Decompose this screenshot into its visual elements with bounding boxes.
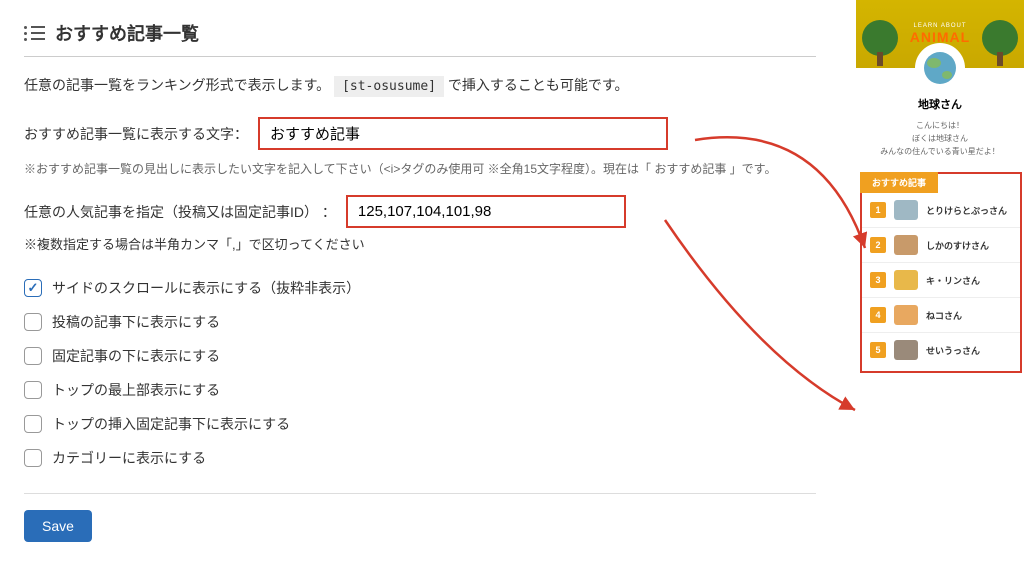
checkbox-list: サイドのスクロールに表示にする（抜粋非表示） 投稿の記事下に表示にする固定記事の下… bbox=[24, 271, 816, 475]
checkbox-label: 投稿の記事下に表示にする bbox=[52, 312, 220, 332]
checkbox-label: サイドのスクロールに表示にする（抜粋非表示） bbox=[52, 278, 360, 298]
checkbox-label: 固定記事の下に表示にする bbox=[52, 346, 220, 366]
rank-item[interactable]: 5 せいうっさん bbox=[862, 333, 1020, 367]
rank-item[interactable]: 1 とりけらとぷっさん bbox=[862, 193, 1020, 228]
rank-title: しかのすけさん bbox=[926, 239, 989, 252]
shortcode-badge: [st-osusume] bbox=[334, 76, 444, 97]
admin-settings-panel: おすすめ記事一覧 任意の記事一覧をランキング形式で表示します。 [st-osus… bbox=[0, 0, 840, 562]
checkbox-label: カテゴリーに表示にする bbox=[52, 448, 206, 468]
save-button[interactable]: Save bbox=[24, 510, 92, 542]
rank-list: 1 とりけらとぷっさん 2 しかのすけさん 3 キ・リンさん 4 ねコさん 5 せいうっさん bbox=[862, 193, 1020, 367]
checkbox[interactable] bbox=[24, 381, 42, 399]
sidebar-preview: LEARN ABOUT ANIMAL 地球さん こんにちは！ ぼくは地球さん み… bbox=[856, 0, 1024, 379]
list-icon bbox=[24, 26, 45, 41]
checkbox[interactable] bbox=[24, 449, 42, 467]
rank-number: 3 bbox=[870, 272, 886, 288]
banner-text: LEARN ABOUT ANIMAL bbox=[910, 23, 970, 45]
rank-thumbnail bbox=[894, 340, 918, 360]
checkbox-row: トップの最上部表示にする bbox=[24, 373, 816, 407]
banner-title: ANIMAL bbox=[910, 29, 970, 45]
tagline-line: ぼくは地球さん bbox=[864, 133, 1016, 146]
checkbox-row: 投稿の記事下に表示にする bbox=[24, 305, 816, 339]
rank-title: せいうっさん bbox=[926, 344, 980, 357]
rank-number: 1 bbox=[870, 202, 886, 218]
tree-decoration bbox=[980, 20, 1020, 68]
checkbox[interactable] bbox=[24, 415, 42, 433]
rank-title: キ・リンさん bbox=[926, 274, 980, 287]
checkbox-row: トップの挿入固定記事下に表示にする bbox=[24, 407, 816, 441]
checkbox-label: トップの最上部表示にする bbox=[52, 380, 220, 400]
intro-text: 任意の記事一覧をランキング形式で表示します。 [st-osusume] で挿入す… bbox=[24, 75, 816, 95]
tree-decoration bbox=[860, 20, 900, 68]
checkbox-row: サイドのスクロールに表示にする（抜粋非表示） bbox=[24, 271, 816, 305]
title-input[interactable] bbox=[258, 117, 668, 150]
tagline-line: こんにちは！ bbox=[864, 120, 1016, 133]
rank-item[interactable]: 3 キ・リンさん bbox=[862, 263, 1020, 298]
widget-title-tab: おすすめ記事 bbox=[860, 172, 938, 193]
rank-thumbnail bbox=[894, 270, 918, 290]
avatar bbox=[918, 46, 962, 90]
checkbox-label: トップの挿入固定記事下に表示にする bbox=[52, 414, 290, 434]
tagline-line: みんなの住んでいる青い星だよ！ bbox=[864, 146, 1016, 159]
checkbox[interactable] bbox=[24, 347, 42, 365]
title-field-label: おすすめ記事一覧に表示する文字： bbox=[24, 124, 248, 144]
rank-number: 2 bbox=[870, 237, 886, 253]
checkbox[interactable] bbox=[24, 279, 42, 297]
ids-field-hint: ※複数指定する場合は半角カンマ「,」で区切ってください bbox=[24, 234, 816, 253]
ids-field-label: 任意の人気記事を指定（投稿又は固定記事ID） ： bbox=[24, 202, 336, 222]
ids-input[interactable] bbox=[346, 195, 626, 228]
divider bbox=[24, 493, 816, 494]
intro-after: で挿入することも可能です。 bbox=[448, 77, 629, 93]
checkbox-row: 固定記事の下に表示にする bbox=[24, 339, 816, 373]
checkbox[interactable] bbox=[24, 313, 42, 331]
recommended-widget: おすすめ記事 1 とりけらとぷっさん 2 しかのすけさん 3 キ・リンさん 4 ねコさん 5 せい… bbox=[860, 172, 1022, 373]
globe-icon bbox=[924, 52, 956, 84]
checkbox-row: カテゴリーに表示にする bbox=[24, 441, 816, 475]
rank-item[interactable]: 2 しかのすけさん bbox=[862, 228, 1020, 263]
section-header: おすすめ記事一覧 bbox=[24, 20, 816, 57]
section-title: おすすめ記事一覧 bbox=[55, 20, 199, 46]
intro-before: 任意の記事一覧をランキング形式で表示します。 bbox=[24, 77, 334, 93]
title-field-hint: ※おすすめ記事一覧の見出しに表示したい文字を記入して下さい（<i>タグのみ使用可… bbox=[24, 160, 816, 177]
profile-tagline: こんにちは！ ぼくは地球さん みんなの住んでいる青い星だよ！ bbox=[856, 120, 1024, 158]
rank-number: 5 bbox=[870, 342, 886, 358]
rank-thumbnail bbox=[894, 305, 918, 325]
profile-name: 地球さん bbox=[856, 96, 1024, 112]
rank-title: ねコさん bbox=[926, 309, 962, 322]
title-field-row: おすすめ記事一覧に表示する文字： bbox=[24, 117, 816, 150]
rank-number: 4 bbox=[870, 307, 886, 323]
rank-title: とりけらとぷっさん bbox=[926, 204, 1007, 217]
rank-thumbnail bbox=[894, 235, 918, 255]
rank-thumbnail bbox=[894, 200, 918, 220]
ids-field-row: 任意の人気記事を指定（投稿又は固定記事ID） ： bbox=[24, 195, 816, 228]
rank-item[interactable]: 4 ねコさん bbox=[862, 298, 1020, 333]
